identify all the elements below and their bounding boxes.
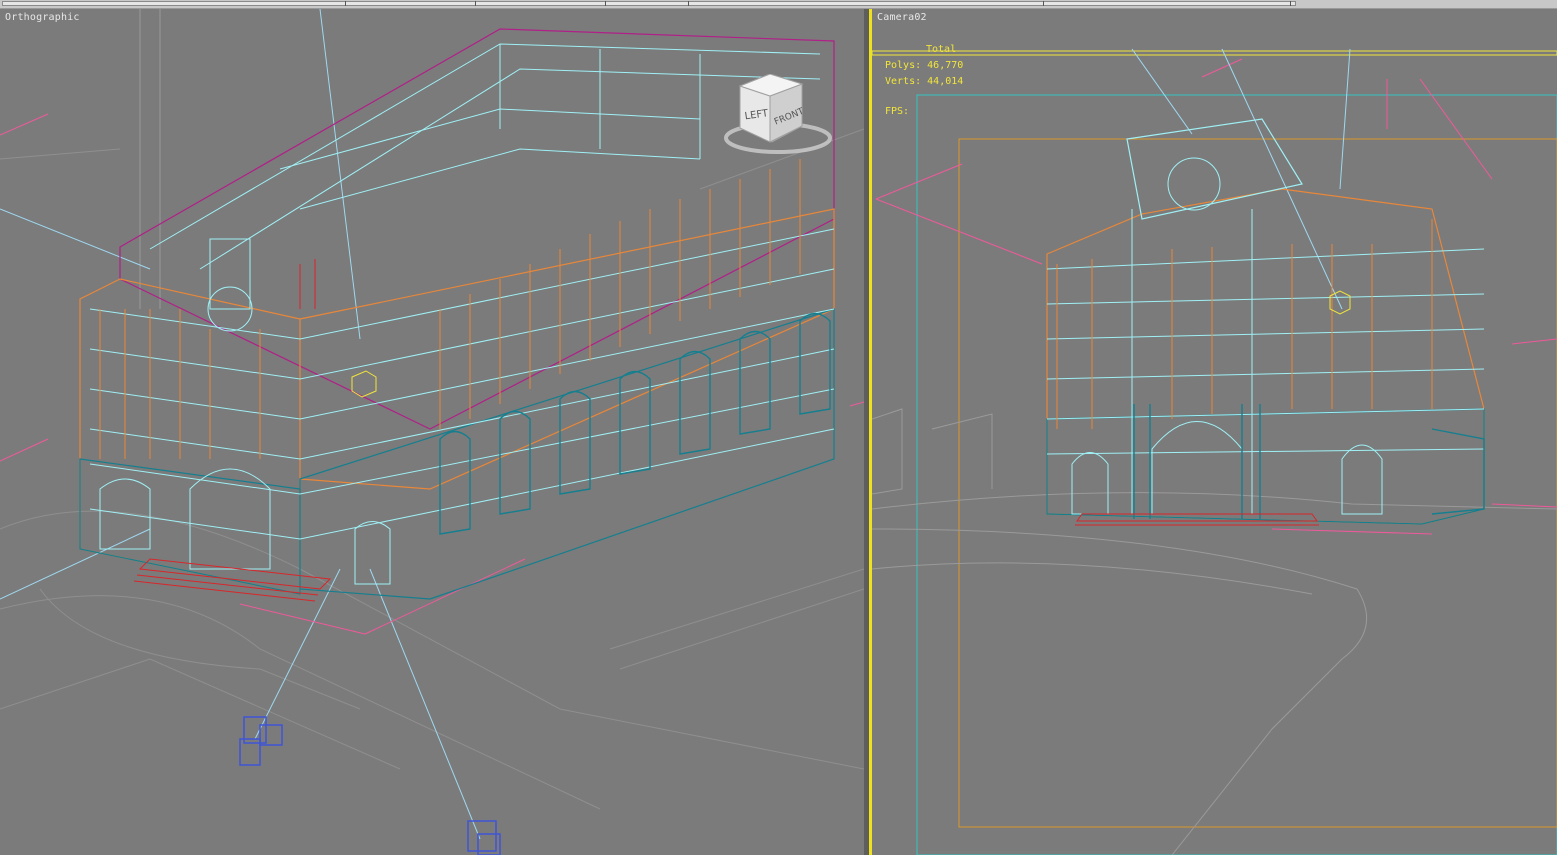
- track-tick: [475, 1, 476, 6]
- verts-label: Verts:: [885, 76, 922, 87]
- stats-verts-row: Verts: 44,014: [885, 74, 963, 90]
- polys-label: Polys:: [885, 60, 922, 71]
- stats-total-label: Total: [926, 44, 957, 55]
- track-tick: [605, 1, 606, 6]
- statistics-overlay: Total Polys: 46,770 Verts: 44,014: [885, 42, 963, 90]
- viewport-label[interactable]: Camera02: [877, 12, 927, 23]
- track-tick: [345, 1, 346, 6]
- track-tick: [1290, 1, 1291, 6]
- camera-scene[interactable]: [872, 9, 1557, 855]
- viewport-label[interactable]: Orthographic: [5, 12, 80, 23]
- target-icon: [1329, 290, 1351, 315]
- camera-icon: [239, 716, 501, 855]
- track-tick: [1043, 1, 1044, 6]
- time-slider-track[interactable]: [2, 1, 1296, 6]
- stats-polys-row: Polys: 46,770: [885, 58, 963, 74]
- camera-viewport[interactable]: Camera02 Total Polys: 46,770 Verts: 44,0…: [869, 9, 1557, 855]
- orthographic-viewport[interactable]: Orthographic LEFT FRONT: [0, 9, 864, 855]
- time-slider-bar[interactable]: [0, 0, 1557, 9]
- track-tick: [688, 1, 689, 6]
- polys-value: 46,770: [927, 60, 964, 71]
- fps-label: FPS:: [885, 106, 910, 117]
- viewcube-icon[interactable]: LEFT FRONT: [718, 74, 832, 164]
- verts-value: 44,014: [927, 76, 964, 87]
- target-icon: [351, 370, 377, 398]
